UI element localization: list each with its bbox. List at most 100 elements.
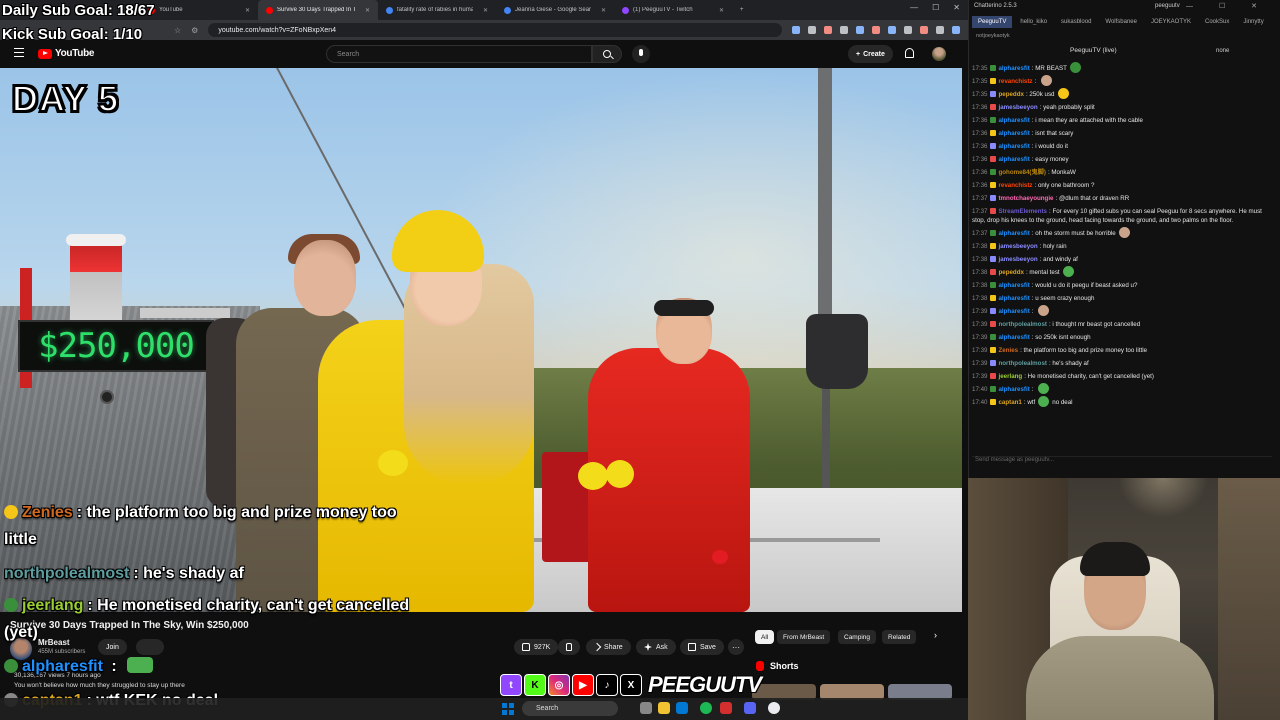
chat-message[interactable]: 17:37 alpharesfit: oh the storm must be h… xyxy=(972,227,1272,240)
chat-username[interactable]: alpharesfit xyxy=(998,386,1029,393)
video-player[interactable]: $250,000 xyxy=(0,68,962,612)
edge-icon[interactable] xyxy=(676,702,688,714)
chat-username[interactable]: alpharesfit xyxy=(998,117,1029,124)
chat-message[interactable]: 17:37 tmnotchaeyoungie: @dlum that or dra… xyxy=(972,192,1272,205)
video-description[interactable]: You won't believe how much they struggle… xyxy=(14,682,185,689)
chatterino-tab[interactable]: JOEYKAOTYK xyxy=(1145,16,1197,28)
extension-icon[interactable] xyxy=(872,26,880,34)
browser-tab[interactable]: Survive 30 Days Trapped In T ✕ xyxy=(258,0,378,20)
channel-name[interactable]: MrBeast xyxy=(38,638,70,647)
notifications-bell-icon[interactable] xyxy=(905,48,914,58)
chat-username[interactable]: revanchistz xyxy=(998,78,1032,85)
chatterino-tab[interactable]: sukasblood xyxy=(1055,16,1097,28)
new-tab-button[interactable]: + xyxy=(732,0,752,20)
chat-username[interactable]: alpharesfit xyxy=(998,130,1029,137)
browser-tab[interactable]: fatality rate of rabies in humans - Go ✕ xyxy=(378,0,496,20)
chat-message[interactable]: 17:36 alpharesfit: i mean they are attach… xyxy=(972,114,1272,127)
chat-message[interactable]: 17:40 alpharesfit: xyxy=(972,383,1272,396)
chat-message[interactable]: 17:39 northpolealmost: he's shady af xyxy=(972,357,1272,370)
chat-message[interactable]: 17:38 pepeddx: mental test xyxy=(972,266,1272,279)
chat-username[interactable]: northpolealmost xyxy=(998,321,1046,328)
chat-username[interactable]: alpharesfit xyxy=(998,65,1029,72)
chat-message[interactable]: 17:39 alpharesfit: so 250k isnt enough xyxy=(972,331,1272,344)
spotify-icon[interactable] xyxy=(700,702,712,714)
bookmark-icon[interactable]: ☆ xyxy=(174,26,181,35)
create-button[interactable]: + Create xyxy=(848,45,893,63)
chatterino-tab-row2[interactable]: notjoeykaotyk xyxy=(976,33,1010,39)
taskbar-app-icon[interactable] xyxy=(640,702,652,714)
chatterino-tab[interactable]: hello_kiko xyxy=(1014,16,1053,28)
search-input[interactable]: Search xyxy=(326,45,592,63)
dislike-button[interactable] xyxy=(558,639,580,655)
chat-username[interactable]: captan1 xyxy=(998,399,1021,406)
join-button[interactable]: Join xyxy=(98,639,127,655)
chat-message[interactable]: 17:36 jamesbeeyon: yeah probably split xyxy=(972,101,1272,114)
chatterino-mode[interactable]: none xyxy=(1216,48,1229,54)
search-button[interactable] xyxy=(592,45,622,63)
chat-username[interactable]: Zenies xyxy=(998,347,1018,354)
chat-username[interactable]: jamesbeeyon xyxy=(998,243,1037,250)
chatterino-tab[interactable]: CookSux xyxy=(1199,16,1235,28)
extension-icon[interactable] xyxy=(824,26,832,34)
url-field[interactable]: youtube.com/watch?v=ZFoNBxpXen4 xyxy=(208,23,782,37)
chat-username[interactable]: revanchistz xyxy=(998,182,1032,189)
extension-icon[interactable] xyxy=(888,26,896,34)
extension-icon[interactable] xyxy=(856,26,864,34)
chat-message[interactable]: 17:35 alpharesfit: MR BEAST xyxy=(972,62,1272,75)
extension-icon[interactable] xyxy=(840,26,848,34)
youtube-logo[interactable]: YouTube xyxy=(38,48,95,59)
subscribed-bell-button[interactable] xyxy=(136,639,164,655)
chat-message[interactable]: 17:39 jeerlang: He monetised charity, can… xyxy=(972,370,1272,383)
chat-username[interactable]: alpharesfit xyxy=(998,308,1029,315)
chip-related[interactable]: Related xyxy=(882,630,917,644)
chip-camping[interactable]: Camping xyxy=(838,630,877,644)
chip-all[interactable]: All xyxy=(755,630,775,644)
close-tab-icon[interactable]: ✕ xyxy=(483,7,488,14)
chat-username[interactable]: StreamElements xyxy=(998,208,1047,215)
microphone-icon[interactable] xyxy=(632,45,650,63)
close-window-button[interactable]: ✕ xyxy=(953,3,960,12)
account-avatar[interactable] xyxy=(932,47,946,61)
chat-username[interactable]: jamesbeeyon xyxy=(998,256,1037,263)
chat-message[interactable]: 17:36 alpharesfit: isnt that scary xyxy=(972,127,1272,140)
chrome-icon[interactable] xyxy=(768,702,780,714)
chatterino-tab[interactable]: PeeguuTV xyxy=(972,16,1013,28)
chat-username[interactable]: alpharesfit xyxy=(998,230,1029,237)
chat-username[interactable]: alpharesfit xyxy=(998,295,1029,302)
chat-message[interactable]: 17:38 jamesbeeyon: holy rain xyxy=(972,240,1272,253)
chat-message[interactable]: 17:39 alpharesfit: xyxy=(972,305,1272,318)
chat-message[interactable]: 17:36 alpharesfit: easy money xyxy=(972,153,1272,166)
browser-tab[interactable]: (1) PeeguuTV - Twitch ✕ xyxy=(614,0,732,20)
chat-message-input[interactable]: Send message as peeguutv... xyxy=(972,456,1272,468)
close-tab-icon[interactable]: ✕ xyxy=(365,7,370,14)
close-tab-icon[interactable]: ✕ xyxy=(601,7,606,14)
extension-icon[interactable] xyxy=(808,26,816,34)
like-button[interactable]: 927K xyxy=(514,639,559,655)
chat-message[interactable]: 17:35 pepeddx: 250k usd xyxy=(972,88,1272,101)
chat-message[interactable]: 17:39 northpolealmost: i thought mr beast… xyxy=(972,318,1272,331)
windows-start-icon[interactable] xyxy=(502,703,514,715)
chat-username[interactable]: alpharesfit xyxy=(998,156,1029,163)
chat-username[interactable]: jamesbeeyon xyxy=(998,104,1037,111)
chat-message[interactable]: 17:37 StreamElements: For every 10 gifted… xyxy=(972,205,1272,227)
taskbar-app-icon[interactable] xyxy=(744,702,756,714)
close-tab-icon[interactable]: ✕ xyxy=(245,7,250,14)
chat-username[interactable]: alpharesfit xyxy=(998,282,1029,289)
chat-username[interactable]: alpharesfit xyxy=(998,334,1029,341)
extension-icon[interactable] xyxy=(920,26,928,34)
chat-message[interactable]: 17:38 jamesbeeyon: and windy af xyxy=(972,253,1272,266)
chatterino-tab[interactable]: Jinnytty xyxy=(1237,16,1269,28)
site-info-icon[interactable]: ⚙ xyxy=(191,26,198,35)
chat-username[interactable]: northpolealmost xyxy=(998,360,1046,367)
browser-tab[interactable]: Jeanna Giese - Google Search ✕ xyxy=(496,0,614,20)
more-actions-button[interactable]: ··· xyxy=(728,639,744,655)
hamburger-menu-icon[interactable] xyxy=(14,48,24,57)
folder-icon[interactable] xyxy=(658,702,670,714)
chatterino-window-controls[interactable]: — ☐ ✕ xyxy=(1186,2,1269,10)
chat-username[interactable]: jeerlang xyxy=(998,373,1022,380)
share-button[interactable]: Share xyxy=(586,639,631,655)
chat-message[interactable]: 17:35 revanchistz: xyxy=(972,75,1272,88)
chat-username[interactable]: gohome84(鬼脚) xyxy=(998,169,1045,176)
chat-message[interactable]: 17:36 alpharesfit: i would do it xyxy=(972,140,1272,153)
chat-message[interactable]: 17:36 gohome84(鬼脚): MonkaW xyxy=(972,166,1272,179)
